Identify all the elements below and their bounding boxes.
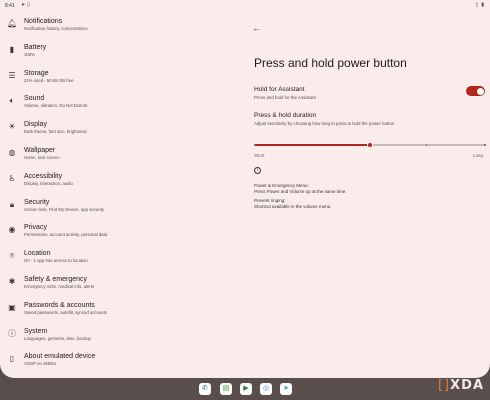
sidebar-item-summary: 21% used - 50.68 GB free: [24, 77, 74, 83]
sidebar-item-safety[interactable]: ✱ Safety & emergency Emergency SOS, medi…: [0, 270, 230, 296]
sidebar-item-storage[interactable]: ☰ Storage 21% used - 50.68 GB free: [0, 64, 230, 90]
duration-slider[interactable]: [254, 141, 486, 149]
telegram-icon[interactable]: ➤: [280, 383, 292, 395]
footer-line: Shortcut available in the volume menu.: [254, 204, 332, 209]
play-store-icon[interactable]: ▶: [240, 383, 252, 395]
sidebar-item-summary: On - 1 app has access to location: [24, 258, 88, 264]
phone-icon[interactable]: ✆: [199, 383, 211, 395]
hold-assistant-title[interactable]: Hold for Assistant: [254, 86, 305, 93]
sidebar-item-sound[interactable]: 🔈︎ Sound Volume, vibration, Do Not Distu…: [0, 89, 230, 115]
page-title: Press and hold power button: [254, 56, 407, 70]
sidebar-item-summary: Emergency SOS, medical info, alerts: [24, 283, 95, 289]
lock-icon: 🔒︎: [9, 199, 15, 209]
phone-icon: ▯: [9, 354, 15, 364]
toggle-knob: [476, 87, 484, 95]
sidebar-item-summary: Saved passwords, autofill, synced accoun…: [24, 309, 108, 315]
sidebar-item-wallpaper[interactable]: ◍ Wallpaper Home, lock screen: [0, 141, 230, 167]
sidebar-item-label: Wallpaper: [24, 146, 56, 154]
slider-tick: [484, 144, 486, 146]
sidebar-item-label: About emulated device: [24, 353, 96, 361]
footer-line: Prevent ringing:: [254, 198, 286, 203]
sidebar-item-passwords[interactable]: ▣ Passwords & accounts Saved passwords, …: [0, 296, 230, 322]
detail-pane: ← Press and hold power button Hold for A…: [240, 12, 490, 378]
sidebar-item-label: Notifications: [24, 18, 63, 25]
trash-icon: ▯: [27, 2, 30, 8]
vibrate-icon: ▯: [475, 2, 479, 8]
sidebar-item-summary: Screen lock, Find My Device, app securit…: [24, 206, 105, 212]
sidebar-item-label: Safety & emergency: [24, 275, 88, 283]
speaker-icon: 🔈︎: [9, 96, 15, 106]
battery-icon: ▮: [9, 44, 15, 54]
sidebar-item-summary: Dark theme, font size, brightness: [24, 129, 87, 135]
storage-icon: ☰: [8, 70, 16, 80]
back-arrow-icon[interactable]: ←: [252, 23, 261, 33]
sidebar-item-about[interactable]: ▯ About emulated device AOSP on x86/64: [0, 347, 230, 373]
account-box-icon: ▣: [8, 302, 16, 312]
taskbar-dock: ✆ ▤ ▶ ◎ ➤: [0, 378, 490, 400]
sidebar-item-summary: 100%: [24, 51, 35, 57]
slider-min-label: Short: [254, 153, 265, 158]
sidebar-item-summary: Notification history, conversations: [24, 26, 88, 31]
location-pin-icon: ⌾: [9, 251, 15, 261]
display-icon: ☀: [8, 122, 16, 132]
slider-thumb[interactable]: [367, 142, 373, 148]
sidebar-item-label: Passwords & accounts: [24, 301, 95, 309]
sidebar-item-summary: Permissions, account activity, personal …: [24, 232, 108, 238]
palette-icon: ◍: [8, 147, 16, 157]
sidebar-item-security[interactable]: 🔒︎ Security Screen lock, Find My Device,…: [0, 193, 230, 219]
sidebar-item-label: Security: [24, 198, 50, 206]
settings-screen: 8:41 ➤ ▯ ▯ ▮ 🔔︎ Notifications Notification…: [0, 0, 490, 378]
location-icon: ➤: [21, 2, 26, 8]
sidebar-item-notifications[interactable]: 🔔︎ Notifications Notification history, c…: [0, 12, 230, 38]
hold-assistant-subtitle: Press and hold for the Assistant: [254, 95, 316, 100]
clock: 8:41: [5, 3, 15, 9]
battery-icon: ▮: [481, 2, 484, 8]
sidebar-item-privacy[interactable]: ◉ Privacy Permissions, account activity,…: [0, 218, 230, 244]
sidebar-item-label: Display: [24, 121, 47, 129]
sidebar-item-label: Storage: [24, 69, 49, 77]
accessibility-icon: ♿︎: [8, 173, 16, 183]
status-bar: 8:41 ➤ ▯ ▯ ▮: [0, 0, 490, 12]
sidebar-item-label: Sound: [24, 95, 45, 103]
sidebar-item-summary: AOSP on x86/64: [24, 361, 56, 367]
sidebar-item-label: Privacy: [24, 224, 47, 232]
settings-sidebar: 🔔︎ Notifications Notification history, c…: [0, 12, 230, 373]
duration-title: Press & hold duration: [254, 112, 317, 119]
sidebar-item-summary: Home, lock screen: [24, 154, 60, 160]
slider-tick: [254, 144, 256, 146]
chrome-icon[interactable]: ◎: [260, 383, 272, 395]
messages-icon[interactable]: ▤: [220, 383, 232, 395]
sidebar-item-label: Location: [24, 250, 51, 258]
sidebar-item-system[interactable]: ⓘ System Languages, gestures, time, back…: [0, 322, 230, 348]
duration-subtitle: Adjust sensitivity by choosing how long …: [254, 121, 395, 126]
info-icon: i: [254, 167, 261, 174]
hold-assistant-toggle[interactable]: [466, 86, 485, 96]
slider-max-label: Long: [473, 153, 483, 158]
slider-track-active: [254, 144, 367, 146]
sidebar-item-accessibility[interactable]: ♿︎ Accessibility Display, interaction, a…: [0, 167, 230, 193]
sidebar-item-summary: Display, interaction, audio: [24, 180, 73, 186]
footer-line: Power & Emergency Menu:: [254, 183, 309, 188]
sidebar-item-label: Accessibility: [24, 172, 63, 180]
sidebar-item-label: Battery: [24, 43, 47, 51]
asterisk-icon: ✱: [8, 276, 16, 286]
slider-track-inactive: [373, 144, 486, 146]
sidebar-item-display[interactable]: ☀ Display Dark theme, font size, brightn…: [0, 115, 230, 141]
sidebar-item-battery[interactable]: ▮ Battery 100%: [0, 38, 230, 64]
info-icon: ⓘ: [8, 328, 16, 338]
sidebar-item-label: System: [24, 327, 48, 335]
bell-icon: 🔔︎: [7, 19, 18, 28]
sidebar-item-summary: Volume, vibration, Do Not Disturb: [24, 103, 88, 109]
sidebar-item-location[interactable]: ⌾ Location On - 1 app has access to loca…: [0, 244, 230, 270]
xda-logo: []XDA: [437, 378, 484, 393]
footer-line: Press Power and Volume up at the same ti…: [254, 189, 347, 194]
eye-icon: ◉: [8, 225, 16, 235]
sidebar-item-summary: Languages, gestures, time, backup: [24, 335, 91, 341]
